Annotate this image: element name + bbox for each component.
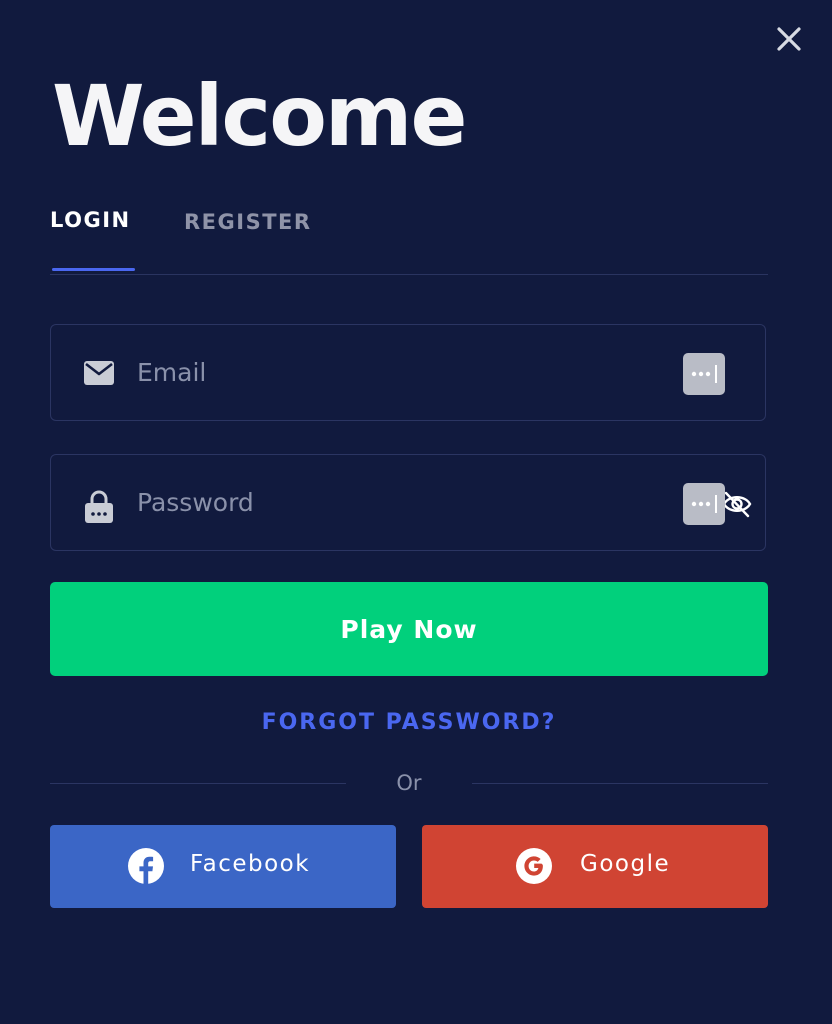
tab-login[interactable]: LOGIN [50,208,131,232]
divider-line-left [50,783,346,784]
facebook-icon [128,848,164,887]
password-manager-icon[interactable] [683,353,725,395]
password-manager-icon[interactable] [683,483,725,525]
facebook-login-button[interactable]: Facebook [50,825,396,908]
email-field-container [50,324,766,421]
play-now-button[interactable]: Play Now [50,582,768,676]
facebook-label: Facebook [190,851,311,877]
tab-register[interactable]: REGISTER [184,210,312,234]
active-tab-indicator [52,268,135,271]
forgot-password-link[interactable]: FORGOT PASSWORD? [50,710,768,735]
password-input[interactable] [137,455,657,550]
mail-icon [83,359,115,391]
google-label: Google [580,851,671,877]
divider-line-right [472,783,768,784]
password-field-container [50,454,766,551]
google-login-button[interactable]: Google [422,825,768,908]
eye-off-icon[interactable] [721,489,753,523]
dialog-title: Welcome [52,67,467,165]
google-icon [516,848,552,887]
close-icon [777,27,801,51]
email-input[interactable] [137,325,657,420]
lock-icon [83,489,115,529]
auth-tabs: LOGIN REGISTER [50,200,768,275]
divider-or-label: Or [396,771,422,795]
close-button[interactable] [772,22,806,56]
